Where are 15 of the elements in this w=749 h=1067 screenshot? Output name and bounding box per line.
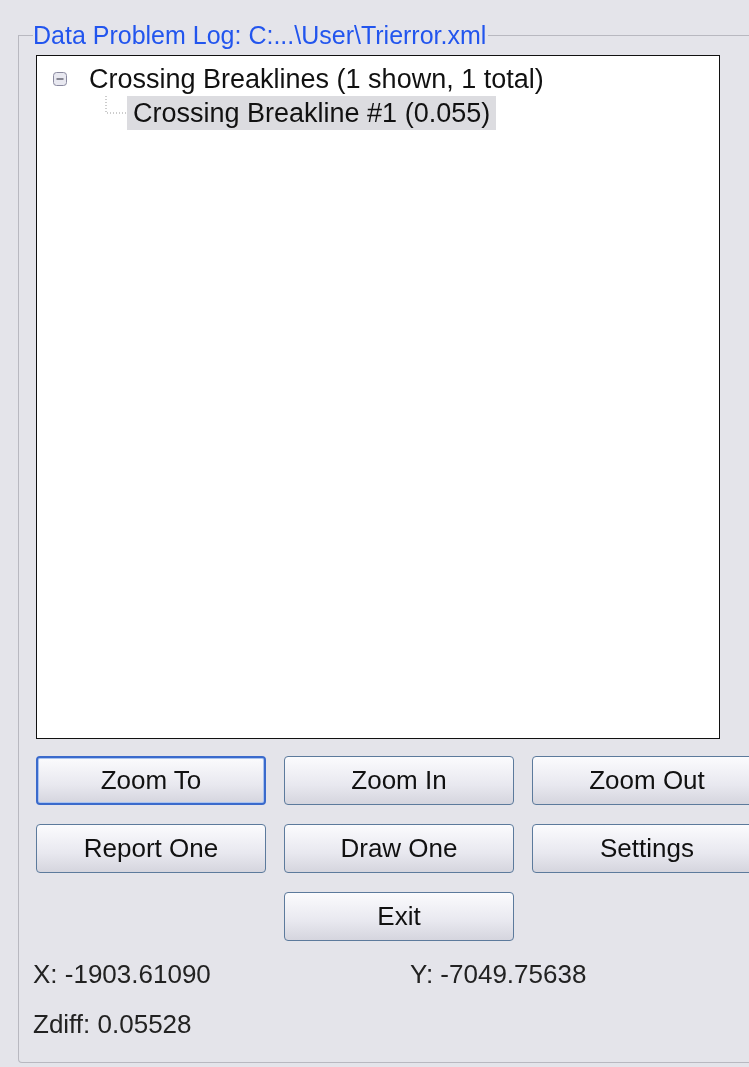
tree-connector xyxy=(105,96,127,114)
push-button[interactable]: Zoom To xyxy=(36,756,266,805)
coordinate-readout: X: -1903.61090 xyxy=(33,958,212,991)
group-title: Data Problem Log: C:...\User\Trierror.xml xyxy=(33,20,488,50)
coordinate-readout: Y: -7049.75638 xyxy=(410,958,588,991)
push-button[interactable]: Settings xyxy=(532,824,749,873)
push-button[interactable]: Zoom In xyxy=(284,756,514,805)
tree-item[interactable]: Crossing Breakline #1 (0.055) xyxy=(127,96,497,130)
push-button[interactable]: Draw One xyxy=(284,824,514,873)
tree-item[interactable]: Crossing Breaklines (1 shown, 1 total) xyxy=(83,62,550,96)
push-button[interactable]: Report One xyxy=(36,824,266,873)
push-button[interactable]: Exit xyxy=(284,892,514,941)
collapse-icon[interactable] xyxy=(53,72,67,86)
coordinate-readout: Zdiff: 0.05528 xyxy=(33,1008,193,1041)
push-button[interactable]: Zoom Out xyxy=(532,756,749,805)
